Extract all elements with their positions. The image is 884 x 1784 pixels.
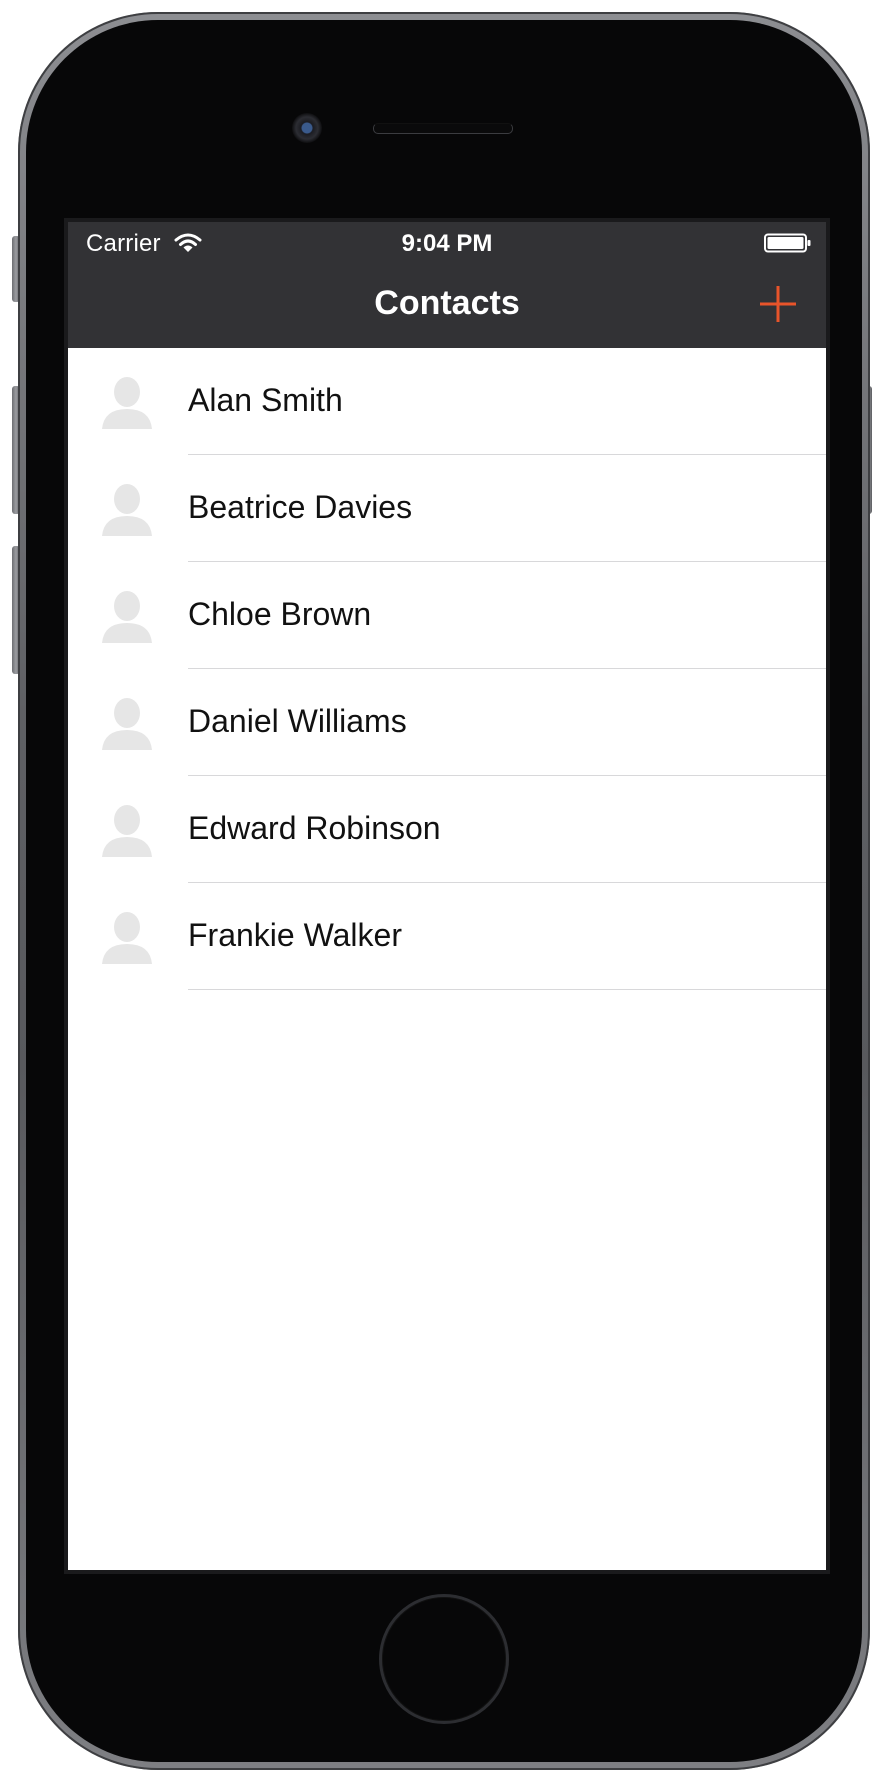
plus-icon — [760, 286, 796, 322]
contact-name: Daniel Williams — [188, 703, 407, 739]
contact-row[interactable]: Daniel Williams — [68, 669, 826, 776]
status-time: 9:04 PM — [401, 230, 493, 257]
battery-icon — [764, 233, 811, 253]
front-camera — [292, 113, 322, 143]
contact-name: Edward Robinson — [188, 810, 441, 846]
contact-name: Chloe Brown — [188, 596, 372, 632]
person-placeholder-icon — [102, 912, 152, 964]
person-placeholder-icon — [102, 591, 152, 643]
person-placeholder-icon — [102, 698, 152, 750]
person-placeholder-icon — [102, 484, 152, 536]
contact-row[interactable]: Beatrice Davies — [68, 455, 826, 562]
contact-row[interactable]: Frankie Walker — [68, 883, 826, 990]
contacts-list: Alan Smith Beatrice Davies Chloe Brown Dani… — [68, 348, 826, 990]
contact-name: Alan Smith — [188, 382, 343, 418]
app-screen: Carrier 9:04 PM Contacts Alan Smith Beat… — [64, 218, 830, 1574]
person-placeholder-icon — [102, 377, 152, 429]
person-placeholder-icon — [102, 805, 152, 857]
page-title: Contacts — [374, 284, 520, 322]
earpiece-speaker — [373, 123, 513, 134]
contact-name: Frankie Walker — [188, 917, 402, 953]
device-mockup: Carrier 9:04 PM Contacts Alan Smith Beat… — [0, 0, 884, 1784]
navigation-bar: Contacts — [68, 264, 826, 348]
contact-row[interactable]: Alan Smith — [68, 348, 826, 455]
contact-name: Beatrice Davies — [188, 489, 413, 525]
add-contact-button[interactable] — [758, 284, 798, 324]
contact-row[interactable]: Edward Robinson — [68, 776, 826, 883]
home-button[interactable] — [379, 1594, 509, 1724]
status-bar: Carrier 9:04 PM — [68, 222, 826, 264]
contact-row[interactable]: Chloe Brown — [68, 562, 826, 669]
